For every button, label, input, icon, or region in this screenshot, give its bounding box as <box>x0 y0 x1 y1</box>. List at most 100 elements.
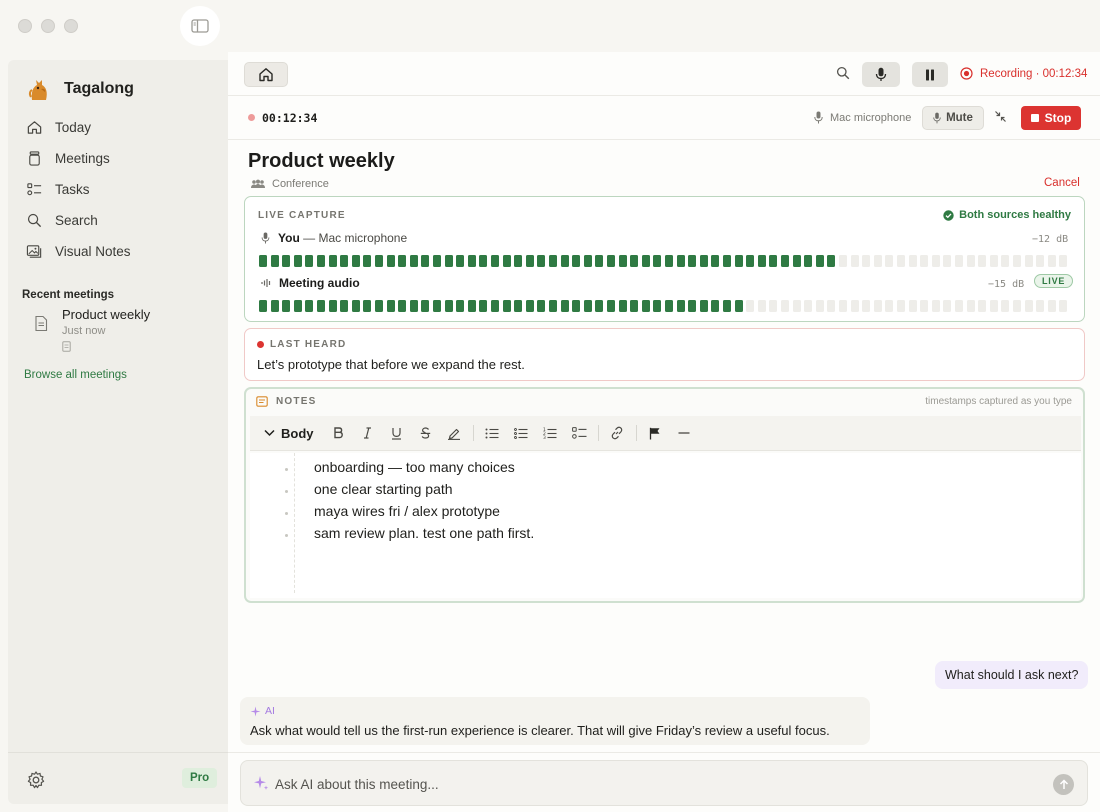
brand: Tagalong <box>26 76 134 102</box>
meter-segment <box>537 300 546 312</box>
meter-segment <box>351 255 360 267</box>
note-line[interactable]: maya wires fri / alex prototype <box>284 503 534 525</box>
microphone-button[interactable] <box>862 62 900 87</box>
checklist-icon <box>571 427 586 439</box>
checklist-button[interactable] <box>565 419 594 447</box>
meter-segment <box>607 255 615 267</box>
send-button[interactable] <box>1053 774 1074 795</box>
meter-segment <box>734 255 743 267</box>
divider-button[interactable] <box>670 419 699 447</box>
meter-segment <box>850 300 859 312</box>
search-button[interactable] <box>836 66 850 83</box>
meter-segment <box>792 255 801 267</box>
meter-segment <box>966 300 975 312</box>
tasks-icon <box>27 183 42 196</box>
mic-source-selector[interactable]: Mac microphone <box>814 111 911 124</box>
note-line[interactable]: onboarding — too many choices <box>284 459 534 481</box>
browse-all-meetings-link[interactable]: Browse all meetings <box>24 369 127 381</box>
meter-segment <box>479 255 488 267</box>
meter-segment <box>502 300 511 312</box>
meter-segment <box>931 300 940 312</box>
dash-list-button[interactable] <box>507 419 536 447</box>
home-button[interactable] <box>244 62 288 87</box>
app-name: Tagalong <box>64 80 134 97</box>
flag-button[interactable] <box>641 419 670 447</box>
last-heard-panel: LAST HEARD Let’s prototype that before w… <box>244 328 1085 381</box>
meter-segment <box>757 300 766 312</box>
meter-segment <box>653 255 662 267</box>
source-level-meeting-audio: −15 dB <box>988 279 1025 290</box>
note-line[interactable]: one clear starting path <box>284 481 534 503</box>
meter-segment <box>804 300 813 312</box>
notes-editor[interactable]: onboarding — too many choices one clear … <box>250 453 1081 598</box>
nav-item-tasks[interactable]: Tasks <box>24 174 224 205</box>
dash-list-icon <box>514 427 528 439</box>
meter-segment <box>885 300 894 312</box>
cancel-button[interactable]: Cancel <box>1044 177 1080 189</box>
meter-segment <box>583 300 592 312</box>
ai-label-text: AI <box>265 705 275 717</box>
meter-segment <box>386 255 395 267</box>
meter-segment <box>351 300 360 312</box>
pro-plan-badge[interactable]: Pro <box>182 768 218 788</box>
meter-segment <box>572 255 581 267</box>
text-style-label: Body <box>281 425 314 441</box>
nav-item-search[interactable]: Search <box>24 205 224 236</box>
note-line[interactable]: sam review plan. test one path first. <box>284 525 534 547</box>
ask-ai-input[interactable] <box>275 774 1035 794</box>
ai-chat-message: AI Ask what would tell us the first-run … <box>240 697 870 745</box>
strikethrough-button[interactable] <box>411 419 440 447</box>
meter-segment <box>978 255 987 267</box>
meter-segment <box>363 255 372 267</box>
meter-segment <box>514 300 523 312</box>
meter-segment <box>873 300 882 312</box>
meter-segment <box>781 255 789 267</box>
close-window-button[interactable] <box>18 19 32 33</box>
settings-button[interactable] <box>26 770 46 790</box>
sidebar-toggle-button[interactable] <box>180 6 220 46</box>
notes-header: NOTES <box>256 396 316 407</box>
recent-meeting-item[interactable]: Product weekly Just now <box>34 307 150 355</box>
meter-segment <box>989 300 998 312</box>
numbered-list-button[interactable]: 123 <box>536 419 565 447</box>
highlight-button[interactable] <box>440 419 469 447</box>
meter-segment <box>444 255 453 267</box>
microphone-icon <box>933 112 941 124</box>
minimize-window-button[interactable] <box>41 19 55 33</box>
pause-recording-button[interactable] <box>912 62 948 87</box>
meter-segment <box>792 300 801 312</box>
meter-segment <box>1036 255 1045 267</box>
level-meter-meeting-audio <box>259 300 1071 312</box>
sidebar-toggle-icon <box>191 19 209 33</box>
text-style-dropdown[interactable]: Body <box>250 426 324 441</box>
nav-item-meetings[interactable]: Meetings <box>24 143 224 174</box>
meter-segment <box>444 300 453 312</box>
collapse-button[interactable] <box>994 110 1007 126</box>
collapse-arrows-icon <box>995 111 1006 122</box>
meter-segment <box>734 300 743 312</box>
meter-segment <box>583 255 592 267</box>
microphone-icon <box>814 111 823 124</box>
italic-button[interactable] <box>353 419 382 447</box>
nav-item-today[interactable]: Today <box>24 112 224 143</box>
nav-item-visual-notes[interactable]: Visual Notes <box>24 236 224 267</box>
stop-recording-button[interactable]: Stop <box>1021 106 1081 130</box>
link-button[interactable] <box>603 419 632 447</box>
bullet-list-button[interactable] <box>478 419 507 447</box>
zoom-window-button[interactable] <box>64 19 78 33</box>
meter-segment <box>398 255 407 267</box>
meter-segment <box>398 300 407 312</box>
meter-segment <box>525 300 534 312</box>
search-icon <box>836 66 850 80</box>
bold-button[interactable] <box>324 419 353 447</box>
dog-logo-icon <box>26 76 52 102</box>
meter-segment <box>943 300 952 312</box>
meter-segment <box>433 255 441 267</box>
ai-label: AI <box>250 705 275 717</box>
meter-segment <box>815 300 824 312</box>
underline-button[interactable] <box>382 419 411 447</box>
mute-button[interactable]: Mute <box>922 106 984 130</box>
nav-label-today: Today <box>55 120 92 135</box>
meter-segment <box>723 255 731 267</box>
meter-segment <box>456 255 465 267</box>
